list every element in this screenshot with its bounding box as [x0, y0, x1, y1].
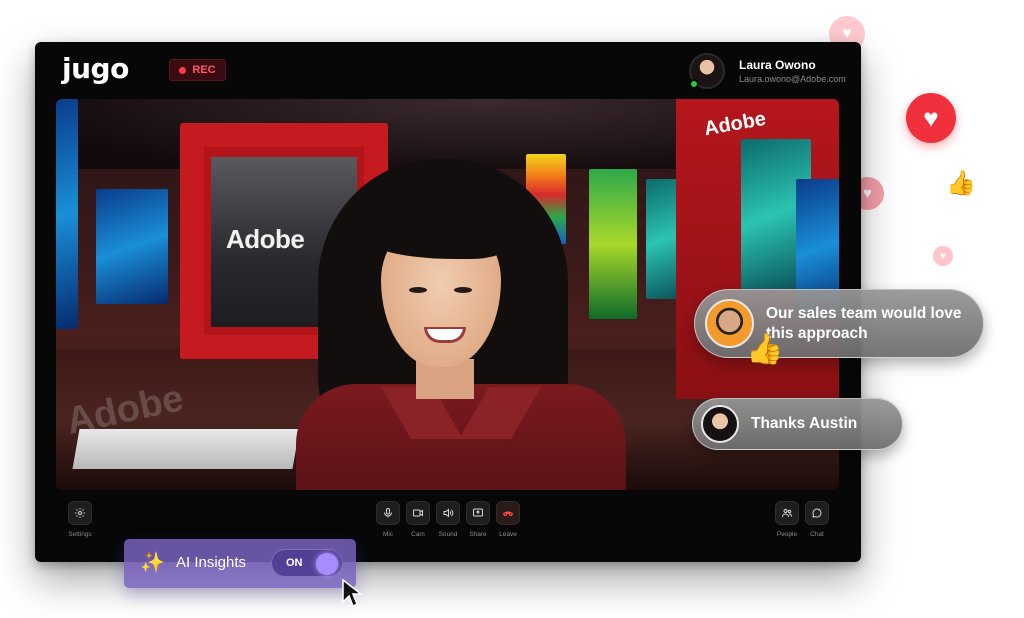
people-icon	[782, 509, 792, 518]
gear-icon	[75, 508, 85, 518]
mouse-cursor-icon	[342, 578, 364, 608]
led-panel	[96, 189, 168, 304]
stage-platform	[72, 429, 300, 469]
mic-button[interactable]	[376, 501, 400, 525]
leave-label: Leave	[499, 531, 517, 538]
led-panel	[56, 99, 78, 329]
thumbs-up-reaction-icon: 👍	[746, 333, 784, 366]
chat-icon	[812, 508, 822, 518]
record-dot-icon	[179, 66, 187, 74]
sound-button[interactable]	[436, 501, 460, 525]
recording-badge: REC	[169, 59, 226, 81]
chat-message-bubble: Our sales team would love this approach	[694, 289, 984, 358]
people-button[interactable]	[775, 501, 799, 525]
chat-message-text: Thanks Austin	[751, 415, 858, 432]
leave-button[interactable]	[496, 501, 520, 525]
user-email: Laura.owono@Adobe.com	[739, 74, 846, 84]
phone-hangup-icon	[502, 511, 514, 517]
heart-reaction-icon: ♥	[906, 93, 956, 143]
toggle-knob	[316, 553, 338, 575]
settings-button[interactable]	[68, 501, 92, 525]
toggle-state-label: ON	[286, 557, 303, 569]
thumbs-up-reaction-icon: 👍	[946, 170, 976, 197]
camera-button[interactable]	[406, 501, 430, 525]
share-button[interactable]	[466, 501, 490, 525]
sparkle-icon: ✨	[140, 552, 165, 574]
chat-message-bubble: Thanks Austin	[692, 398, 903, 450]
presenter-eye	[454, 287, 472, 293]
presenter-video	[296, 159, 626, 490]
camera-icon	[413, 509, 423, 517]
ai-insights-panel: ✨ AI Insights ON	[124, 539, 356, 588]
settings-label: Settings	[68, 531, 92, 538]
recording-label: REC	[192, 64, 216, 76]
online-status-indicator	[689, 79, 699, 89]
app-logo: jugo	[62, 52, 129, 85]
ai-insights-toggle[interactable]: ON	[271, 549, 343, 577]
adobe-sign: Adobe	[226, 224, 305, 254]
user-name: Laura Owono	[739, 58, 816, 72]
ai-insights-label: AI Insights	[176, 554, 247, 571]
heart-reaction-icon: ♥	[933, 246, 953, 266]
chat-button[interactable]	[805, 501, 829, 525]
sender-avatar	[701, 405, 739, 443]
speaker-icon	[443, 508, 454, 518]
share-screen-icon	[473, 508, 483, 517]
presenter-eye	[409, 287, 427, 293]
chat-label: Chat	[810, 531, 824, 538]
mic-icon	[384, 508, 392, 518]
chat-message-text: Our sales team would love this approach	[766, 304, 962, 342]
